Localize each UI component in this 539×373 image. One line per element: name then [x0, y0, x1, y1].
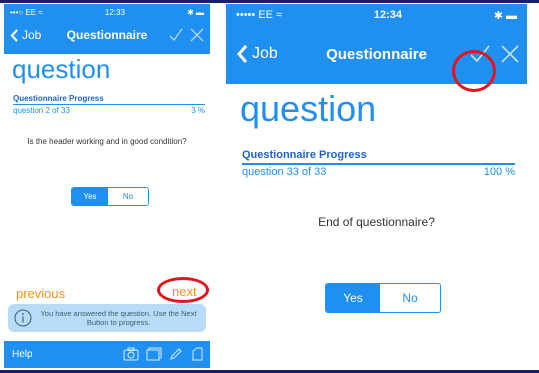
carrier-signal: ••••• EE ≈	[236, 9, 283, 21]
progress-label: Questionnaire Progress	[13, 94, 104, 103]
footer-toolbar: Help	[4, 341, 210, 368]
progress-divider	[242, 163, 515, 165]
chevron-left-icon	[237, 45, 248, 63]
gallery-icon[interactable]	[146, 347, 162, 361]
pencil-icon[interactable]	[169, 347, 183, 361]
back-label: Job	[22, 28, 42, 42]
progress-row: question 33 of 33 100 %	[242, 166, 515, 178]
battery-icon: ✱ ▬	[187, 7, 204, 17]
yes-button[interactable]: Yes	[72, 188, 108, 205]
no-button[interactable]: No	[108, 188, 148, 205]
back-label: Job	[252, 45, 278, 62]
question-text: Is the header working and in good condit…	[27, 137, 187, 146]
previous-button[interactable]: previous	[16, 286, 65, 301]
progress-percent: 100 %	[483, 166, 515, 178]
progress-percent: 3 %	[191, 106, 205, 115]
question-heading: question	[240, 88, 377, 129]
left-screenshot: •••○ EE ≈ 12:33 ✱ ▬ Job Questionnaire qu…	[4, 4, 210, 368]
next-highlight-ring	[157, 277, 209, 303]
close-icon[interactable]	[190, 28, 204, 42]
left-header: •••○ EE ≈ 12:33 ✱ ▬ Job Questionnaire	[4, 4, 210, 54]
help-button[interactable]: Help	[12, 349, 33, 360]
status-bar: •••○ EE ≈ 12:33 ✱ ▬	[4, 4, 210, 20]
progress-row: question 2 of 33 3 %	[13, 106, 205, 115]
no-button[interactable]: No	[380, 284, 440, 312]
clock: 12:33	[104, 7, 125, 17]
nav-actions	[168, 27, 204, 43]
top-border	[0, 0, 539, 3]
right-screenshot: ••••• EE ≈ 12:34 ✱ ▬ Job Questionnaire q…	[226, 4, 527, 317]
question-text: End of questionnaire?	[318, 215, 435, 229]
close-icon[interactable]	[501, 45, 519, 63]
answer-toggle: Yes No	[325, 283, 441, 313]
question-heading: question	[12, 54, 111, 84]
progress-label: Questionnaire Progress	[242, 149, 367, 161]
progress-divider	[13, 104, 205, 105]
carrier-signal: •••○ EE ≈	[10, 7, 43, 17]
progress-text: question 2 of 33	[13, 106, 70, 115]
back-button[interactable]: Job	[226, 45, 278, 63]
battery-icon: ✱ ▬	[493, 9, 517, 22]
progress-text: question 33 of 33	[242, 166, 327, 178]
nav-bar: Job Questionnaire	[4, 20, 210, 50]
back-button[interactable]: Job	[4, 28, 41, 42]
document-icon[interactable]	[190, 347, 204, 361]
camera-icon[interactable]	[123, 347, 139, 361]
answer-toggle: Yes No	[71, 187, 149, 206]
clock: 12:34	[373, 9, 402, 21]
hint-text: You have answered the question. Use the …	[40, 309, 197, 327]
checkmark-icon[interactable]	[168, 27, 184, 43]
toolbar-icons	[123, 347, 204, 361]
yes-button[interactable]: Yes	[326, 284, 380, 312]
status-bar: ••••• EE ≈ 12:34 ✱ ▬	[226, 4, 527, 26]
hint-box: You have answered the question. Use the …	[8, 304, 206, 332]
confirm-highlight-ring	[452, 50, 496, 92]
info-icon	[14, 309, 32, 327]
chevron-left-icon	[10, 28, 18, 42]
